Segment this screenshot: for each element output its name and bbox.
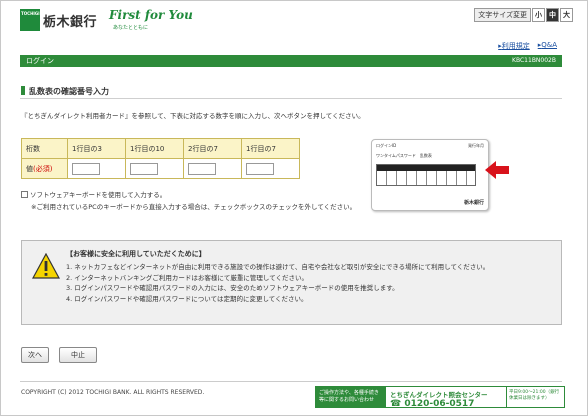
user-card-illustration: ログインID 発行年月 ワンタイムパスワード 乱数表 栃木銀行 [371, 139, 489, 211]
digit-input-4[interactable] [246, 162, 274, 175]
next-button[interactable]: 次へ [21, 347, 49, 363]
value-label-cell: 値(必須) [21, 158, 68, 179]
notice-list: 1. ネットカフェなどインターネットが自由に利用できる施設での操作は避けて、自宅… [66, 262, 556, 304]
contact-label: ご操作方法や、各種手続き等に関するお問い合わせ [316, 387, 386, 407]
header-cell-digits: 桁数 [21, 138, 68, 159]
terms-link[interactable]: ▸利用規定 [498, 41, 530, 51]
table-header-row: 桁数 1行目の3 1行目の10 2行目の7 1行目の7 [21, 138, 300, 159]
warning-icon [32, 253, 60, 279]
digit-input-2[interactable] [130, 162, 158, 175]
brand-slogan: First for You [109, 8, 193, 22]
footer-divider [20, 381, 562, 382]
notice-item: 3. ログインパスワードや確認用パスワードの入力には、安全のためソフトウェアキー… [66, 284, 399, 292]
font-size-large-button[interactable]: 大 [560, 7, 573, 22]
card-subtitle: ワンタイムパスワード 乱数表 [376, 153, 432, 158]
bank-name[interactable]: 栃木銀行 [43, 11, 97, 30]
security-notice: 【お客様に安全に利用していただくために】 1. ネットカフェなどインターネットが… [21, 240, 562, 325]
brand-subtext: あなたとともに [113, 25, 149, 31]
card-top-row: ログインID 発行年月 [376, 143, 484, 148]
screen-code: KBC11BN002B [512, 57, 556, 64]
value-cell-2 [125, 158, 184, 179]
top-links: ▸利用規定 ▸Q&A [498, 41, 557, 51]
page-frame: TOCHIGI 栃木銀行 First for You あなたとともに 文字サイズ… [0, 0, 588, 416]
page-title: ログイン [26, 57, 54, 65]
contact-phone: ☎ 0120-06-0517 [390, 399, 475, 409]
value-cell-4 [241, 158, 300, 179]
header-cell-4: 1行目の7 [241, 138, 300, 159]
faq-link[interactable]: ▸Q&A [538, 41, 557, 51]
font-size-small-button[interactable]: 小 [532, 7, 545, 22]
value-cell-1 [67, 158, 126, 179]
instruction-text: 『とちぎんダイレクト利用者カード』を参照して、下表に対応する数字を順に入力し、次… [21, 112, 365, 120]
font-size-label: 文字サイズ変更 [474, 7, 531, 22]
cancel-button[interactable]: 中止 [59, 347, 97, 363]
contact-center: とちぎんダイレクト照会センター ☎ 0120-06-0517 [386, 387, 506, 409]
software-keyboard-note: ※ご利用されているPCのキーボードから直接入力する場合は、チェックボックスのチェ… [31, 203, 357, 211]
contact-banner[interactable]: ご操作方法や、各種手続き等に関するお問い合わせ とちぎんダイレクト照会センター … [315, 386, 565, 409]
font-size-medium-button[interactable]: 中 [546, 7, 559, 22]
notice-item: 1. ネットカフェなどインターネットが自由に利用できる施設での操作は避けて、自宅… [66, 263, 490, 271]
card-number-grid [376, 164, 476, 186]
software-keyboard-option[interactable]: ソフトウェアキーボードを使用して入力する。 [21, 189, 166, 199]
section-title: 乱数表の確認番号入力 [21, 86, 109, 97]
section-marker-icon [21, 86, 25, 95]
contact-center-name: とちぎんダイレクト照会センター [390, 391, 488, 399]
value-cell-3 [183, 158, 242, 179]
digit-input-1[interactable] [72, 162, 100, 175]
font-size-switcher: 文字サイズ変更 小 中 大 [474, 7, 573, 22]
software-keyboard-label: ソフトウェアキーボードを使用して入力する。 [30, 191, 167, 199]
random-number-table: 桁数 1行目の3 1行目の10 2行目の7 1行目の7 値(必須) [21, 138, 300, 179]
header-cell-2: 1行目の10 [125, 138, 184, 159]
header-cell-3: 2行目の7 [183, 138, 242, 159]
notice-item: 4. ログインパスワードや確認用パスワードについては定期的に変更してください。 [66, 294, 308, 303]
divider [20, 98, 562, 99]
required-marker: (必須) [33, 164, 53, 173]
contact-hours: 平日9:00～21:00（銀行休業日は除きます） [506, 387, 564, 407]
table-input-row: 値(必須) [21, 158, 300, 179]
page-title-bar: ログイン KBC11BN002B [20, 55, 562, 67]
header: TOCHIGI 栃木銀行 First for You あなたとともに 文字サイズ… [1, 1, 587, 41]
digit-input-3[interactable] [188, 162, 216, 175]
software-keyboard-checkbox[interactable] [21, 190, 28, 198]
card-bank-name: 栃木銀行 [463, 200, 484, 206]
bank-logo-mark: TOCHIGI [20, 9, 40, 31]
red-arrow-icon [485, 161, 509, 179]
notice-title: 【お客様に安全に利用していただくために】 [66, 250, 206, 258]
header-cell-1: 1行目の3 [67, 138, 126, 159]
notice-item: 2. インターネットバンキングご利用カードはお客様にて厳重に管理してください。 [66, 273, 309, 282]
copyright: COPYRIGHT (C) 2012 TOCHIGI BANK. ALL RIG… [21, 389, 205, 396]
